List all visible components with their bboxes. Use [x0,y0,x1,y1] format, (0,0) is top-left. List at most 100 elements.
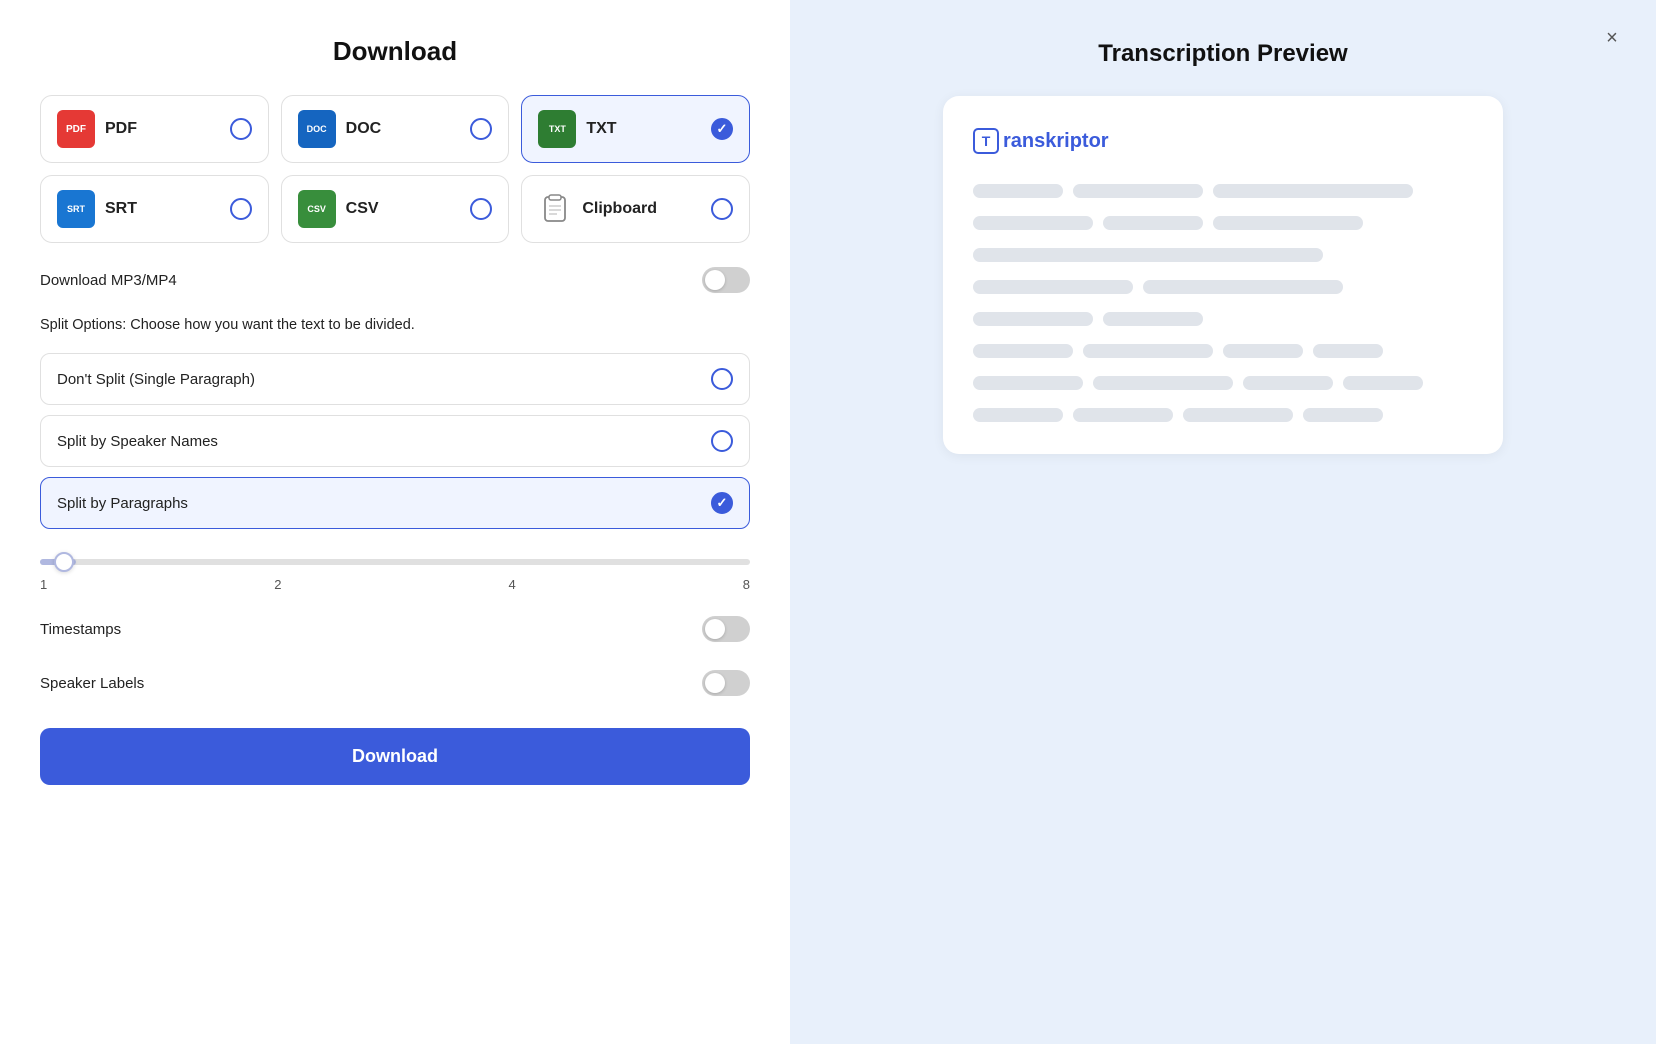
skeleton-line [1083,344,1213,358]
split-option-no-split[interactable]: Don't Split (Single Paragraph) [40,353,750,405]
skeleton-line [1213,216,1363,230]
slider-labels: 1 2 4 8 [40,577,750,592]
format-card-srt[interactable]: SRT SRT [40,175,269,243]
by-speaker-label: Split by Speaker Names [57,433,218,450]
skeleton-line [973,184,1063,198]
skeleton-line [1303,408,1383,422]
skeleton-line [1103,216,1203,230]
slider-tick-2: 2 [274,577,281,592]
slider-tick-4: 4 [509,577,516,592]
mp3mp4-label: Download MP3/MP4 [40,272,177,289]
by-speaker-radio[interactable] [711,430,733,452]
doc-label: DOC [346,120,382,138]
by-paragraphs-label: Split by Paragraphs [57,495,188,512]
skeleton-line [973,376,1083,390]
skeleton-line [1073,184,1203,198]
preview-card: T ranskriptor [943,96,1503,454]
format-card-left-doc: DOC DOC [298,110,382,148]
pdf-label: PDF [105,120,137,138]
skeleton-line [973,280,1133,294]
skeleton-row-6 [973,344,1473,358]
skeleton-line [1223,344,1303,358]
format-card-left-csv: CSV CSV [298,190,379,228]
split-option-speaker[interactable]: Split by Speaker Names [40,415,750,467]
slider-track [40,559,750,565]
logo-text: ranskriptor [1003,130,1109,153]
timestamps-label: Timestamps [40,621,121,638]
no-split-label: Don't Split (Single Paragraph) [57,371,255,388]
pdf-icon: PDF [57,110,95,148]
skeleton-row-4 [973,280,1473,294]
split-option-paragraphs[interactable]: Split by Paragraphs [40,477,750,529]
skeleton-line [1103,312,1203,326]
csv-radio[interactable] [470,198,492,220]
skeleton-line [1213,184,1413,198]
pdf-radio[interactable] [230,118,252,140]
timestamps-row: Timestamps [40,612,750,646]
clipboard-icon [538,192,572,226]
timestamps-toggle[interactable] [702,616,750,642]
srt-label: SRT [105,200,137,218]
csv-label: CSV [346,200,379,218]
skeleton-line [973,248,1323,262]
skeleton-row-8 [973,408,1473,422]
srt-icon: SRT [57,190,95,228]
split-options-group: Don't Split (Single Paragraph) Split by … [40,353,750,529]
split-section-label: Split Options: Choose how you want the t… [40,317,750,333]
mp3mp4-row: Download MP3/MP4 [40,263,750,297]
right-panel: × Transcription Preview T ranskriptor [790,0,1656,1044]
slider-tick-1: 1 [40,577,47,592]
close-button[interactable]: × [1596,22,1628,54]
paragraphs-slider-container: 1 2 4 8 [40,549,750,592]
logo-box: T [973,128,999,154]
skeleton-line [973,344,1073,358]
skeleton-line [1073,408,1173,422]
preview-title: Transcription Preview [1098,40,1347,68]
skeleton-line [1243,376,1333,390]
speaker-labels-toggle[interactable] [702,670,750,696]
skeleton-content [973,184,1473,422]
no-split-radio[interactable] [711,368,733,390]
clipboard-label: Clipboard [582,200,657,218]
format-grid: PDF PDF DOC DOC TXT TXT SRT SRT [40,95,750,243]
skeleton-line [1183,408,1293,422]
format-card-left-clipboard: Clipboard [538,192,657,226]
format-card-csv[interactable]: CSV CSV [281,175,510,243]
txt-icon: TXT [538,110,576,148]
format-card-pdf[interactable]: PDF PDF [40,95,269,163]
doc-radio[interactable] [470,118,492,140]
left-panel: Download PDF PDF DOC DOC TXT TXT [0,0,790,1044]
skeleton-row-1 [973,184,1473,198]
download-button[interactable]: Download [40,728,750,785]
format-card-left-txt: TXT TXT [538,110,616,148]
page-title: Download [40,36,750,67]
speaker-labels-row: Speaker Labels [40,666,750,700]
format-card-doc[interactable]: DOC DOC [281,95,510,163]
skeleton-line [973,216,1093,230]
mp3mp4-toggle[interactable] [702,267,750,293]
slider-thumb[interactable] [54,552,74,572]
slider-tick-8: 8 [743,577,750,592]
srt-radio[interactable] [230,198,252,220]
skeleton-line [1343,376,1423,390]
skeleton-line [973,312,1093,326]
by-paragraphs-radio[interactable] [711,492,733,514]
txt-radio[interactable] [711,118,733,140]
txt-label: TXT [586,120,616,138]
skeleton-line [973,408,1063,422]
clipboard-radio[interactable] [711,198,733,220]
format-card-txt[interactable]: TXT TXT [521,95,750,163]
skeleton-line [1093,376,1233,390]
format-card-left-srt: SRT SRT [57,190,137,228]
format-card-clipboard[interactable]: Clipboard [521,175,750,243]
skeleton-line [1143,280,1343,294]
speaker-labels-label: Speaker Labels [40,675,144,692]
skeleton-row-2 [973,216,1473,230]
skeleton-row-5 [973,312,1473,326]
skeleton-row-7 [973,376,1473,390]
doc-icon: DOC [298,110,336,148]
transkriptor-logo: T ranskriptor [973,128,1473,154]
skeleton-line [1313,344,1383,358]
csv-icon: CSV [298,190,336,228]
format-card-left-pdf: PDF PDF [57,110,137,148]
